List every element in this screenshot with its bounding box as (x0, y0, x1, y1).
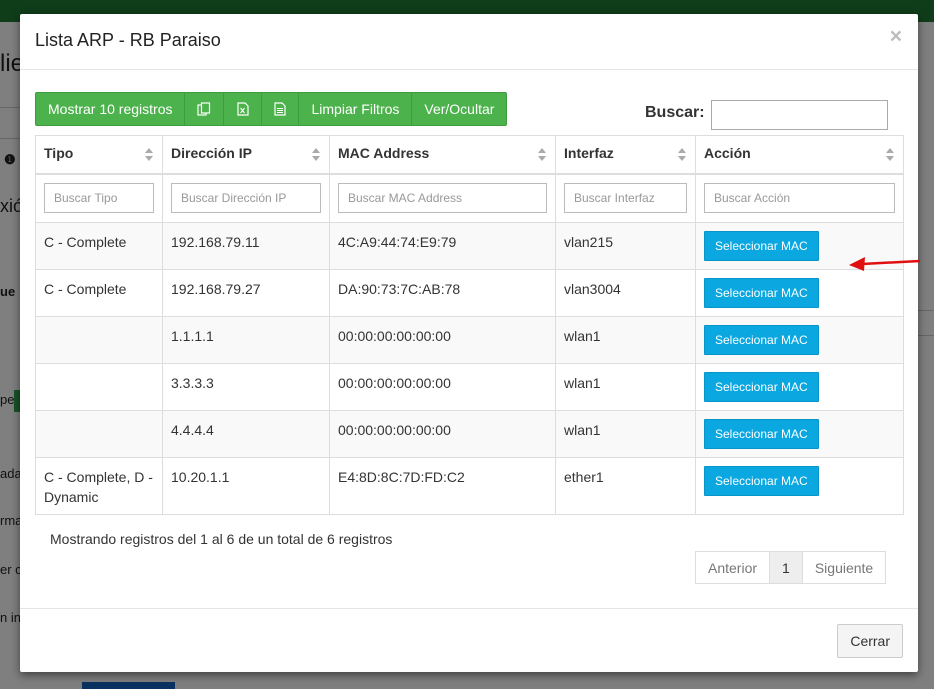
cell-ip: 4.4.4.4 (162, 410, 330, 458)
cell-accion: Seleccionar MAC (695, 457, 904, 515)
cell-interfaz: vlan3004 (555, 269, 696, 317)
sort-icon (886, 148, 895, 162)
cell-interfaz: wlan1 (555, 363, 696, 411)
cell-accion: Seleccionar MAC (695, 363, 904, 411)
cell-accion: Seleccionar MAC (695, 269, 904, 317)
cell-interfaz: ether1 (555, 457, 696, 515)
filter-mac-input[interactable]: Buscar MAC Address (338, 182, 547, 213)
excel-icon (237, 102, 249, 116)
close-icon[interactable]: × (890, 26, 902, 48)
cell-mac: 00:00:00:00:00:00 (329, 316, 556, 364)
table-row: 3.3.3.3 00:00:00:00:00:00 wlan1 Seleccio… (35, 363, 904, 411)
csv-export-button[interactable] (262, 92, 300, 126)
cell-mac: 00:00:00:00:00:00 (329, 410, 556, 458)
table-row: 4.4.4.4 00:00:00:00:00:00 wlan1 Seleccio… (35, 410, 904, 458)
select-mac-button[interactable]: Seleccionar MAC (704, 466, 819, 496)
cell-accion: Seleccionar MAC (695, 410, 904, 458)
sort-icon (145, 148, 154, 162)
modal-footer: Cerrar (20, 608, 918, 672)
table-toolbar: Mostrar 10 registros Limpiar Filtros Ver… (35, 92, 508, 126)
filter-accion-input[interactable]: Buscar Acción (704, 182, 895, 213)
arp-list-modal: Lista ARP - RB Paraiso × Mostrar 10 regi… (20, 14, 921, 672)
modal-title: Lista ARP - RB Paraiso (35, 30, 221, 50)
next-page-button[interactable]: Siguiente (801, 551, 887, 584)
cell-ip: 192.168.79.27 (162, 269, 330, 317)
table-row: C - Complete 192.168.79.11 4C:A9:44:74:E… (35, 222, 904, 270)
column-header-interfaz[interactable]: Interfaz (555, 135, 696, 175)
column-header-mac[interactable]: MAC Address (329, 135, 556, 175)
table-row: C - Complete, D - Dynamic 10.20.1.1 E4:8… (35, 457, 904, 515)
red-arrow-annotation (849, 257, 921, 271)
cell-mac: 4C:A9:44:74:E9:79 (329, 222, 556, 270)
cell-interfaz: wlan1 (555, 316, 696, 364)
select-mac-button[interactable]: Seleccionar MAC (704, 231, 819, 261)
csv-icon (274, 102, 287, 116)
filter-interfaz-input[interactable]: Buscar Interfaz (564, 182, 687, 213)
column-header-accion[interactable]: Acción (695, 135, 904, 175)
select-mac-button[interactable]: Seleccionar MAC (704, 372, 819, 402)
copy-icon (197, 102, 211, 116)
cell-tipo: C - Complete, D - Dynamic (35, 457, 163, 515)
sort-icon (312, 148, 321, 162)
cell-ip: 192.168.79.11 (162, 222, 330, 270)
records-info: Mostrando registros del 1 al 6 de un tot… (50, 531, 393, 547)
column-header-ip[interactable]: Dirección IP (162, 135, 330, 175)
filter-tipo-input[interactable]: Buscar Tipo (44, 182, 154, 213)
cell-interfaz: wlan1 (555, 410, 696, 458)
previous-page-button[interactable]: Anterior (695, 551, 771, 584)
table-row: C - Complete 192.168.79.27 DA:90:73:7C:A… (35, 269, 904, 317)
cell-interfaz: vlan215 (555, 222, 696, 270)
cell-tipo (35, 363, 163, 411)
cell-tipo: C - Complete (35, 222, 163, 270)
filter-ip-input[interactable]: Buscar Dirección IP (171, 182, 321, 213)
copy-button[interactable] (185, 92, 225, 126)
cell-accion: Seleccionar MAC (695, 316, 904, 364)
filter-row: Buscar Tipo Buscar Dirección IP Buscar M… (35, 173, 904, 223)
cell-ip: 10.20.1.1 (162, 457, 330, 515)
sort-icon (678, 148, 687, 162)
search-input[interactable] (711, 100, 888, 130)
select-mac-button[interactable]: Seleccionar MAC (704, 278, 819, 308)
table-header-row: Tipo Dirección IP MAC Address Interfaz A… (35, 135, 904, 175)
close-button[interactable]: Cerrar (837, 624, 903, 658)
cell-tipo (35, 316, 163, 364)
arp-table: Tipo Dirección IP MAC Address Interfaz A… (35, 135, 904, 515)
clear-filters-button[interactable]: Limpiar Filtros (299, 92, 413, 126)
cell-mac: 00:00:00:00:00:00 (329, 363, 556, 411)
select-mac-button[interactable]: Seleccionar MAC (704, 419, 819, 449)
cell-mac: DA:90:73:7C:AB:78 (329, 269, 556, 317)
cell-mac: E4:8D:8C:7D:FD:C2 (329, 457, 556, 515)
modal-header: Lista ARP - RB Paraiso × (20, 14, 918, 70)
cell-ip: 1.1.1.1 (162, 316, 330, 364)
table-row: 1.1.1.1 00:00:00:00:00:00 wlan1 Seleccio… (35, 316, 904, 364)
page-1-button[interactable]: 1 (769, 551, 803, 584)
show-hide-columns-button[interactable]: Ver/Ocultar (412, 92, 508, 126)
excel-export-button[interactable] (224, 92, 263, 126)
search-label: Buscar: (645, 104, 705, 121)
cell-tipo: C - Complete (35, 269, 163, 317)
select-mac-button[interactable]: Seleccionar MAC (704, 325, 819, 355)
sort-icon (538, 148, 547, 162)
pagination: Anterior 1 Siguiente (695, 551, 887, 584)
cell-tipo (35, 410, 163, 458)
column-header-tipo[interactable]: Tipo (35, 135, 163, 175)
cell-ip: 3.3.3.3 (162, 363, 330, 411)
show-records-button[interactable]: Mostrar 10 registros (35, 92, 186, 126)
